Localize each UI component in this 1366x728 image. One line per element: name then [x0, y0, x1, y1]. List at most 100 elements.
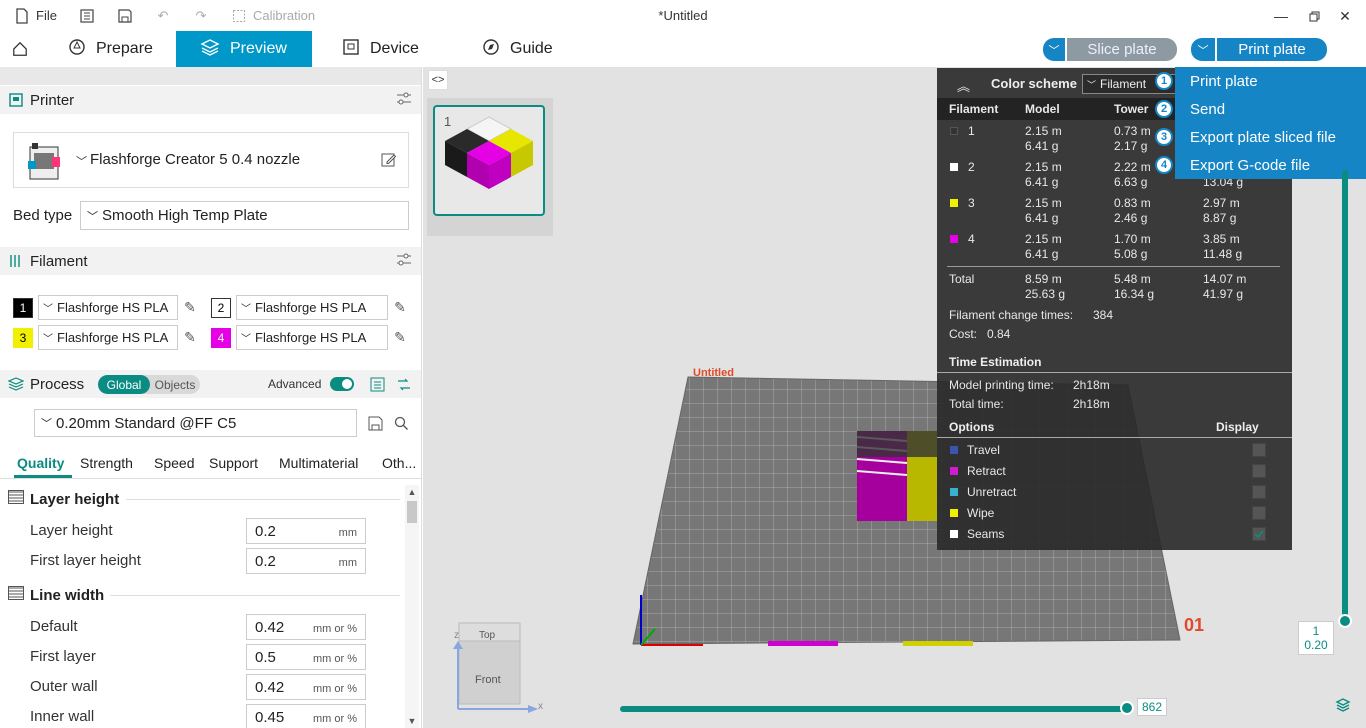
menu-badge-1: 1: [1155, 72, 1173, 90]
first-layer-height-input[interactable]: 0.2 mm: [246, 548, 366, 574]
line-width-group-title: Line width: [8, 586, 104, 604]
options-divider: [937, 437, 1292, 438]
time-divider: [937, 372, 1292, 373]
move-slider-track[interactable]: [620, 706, 1128, 712]
time-estimation-title: Time Estimation: [949, 355, 1042, 369]
collapse-sidebar-icon[interactable]: <>: [428, 70, 448, 90]
model-time-value: 2h18m: [1073, 378, 1110, 392]
global-objects-toggle[interactable]: Global Objects: [98, 375, 200, 394]
view-cube-top-label[interactable]: Top: [479, 630, 495, 641]
printer-settings-icon[interactable]: [396, 91, 412, 110]
tab-multimaterial[interactable]: Multimaterial: [279, 455, 358, 471]
list-icon[interactable]: [79, 8, 95, 24]
process-preset-select[interactable]: ﹀ 0.20mm Standard @FF C5: [34, 409, 357, 437]
menu-item-print-plate[interactable]: Print plate: [1190, 73, 1258, 90]
tab-speed[interactable]: Speed: [154, 455, 194, 471]
layers-icon[interactable]: [1334, 696, 1352, 714]
preset-search-icon[interactable]: [392, 414, 410, 432]
preset-save-icon[interactable]: [366, 414, 384, 432]
redo-icon[interactable]: ↷: [193, 8, 209, 24]
tab-preview[interactable]: Preview: [176, 31, 312, 67]
filament-slot-3-select[interactable]: ﹀ Flashforge HS PLA: [38, 325, 178, 350]
close-icon[interactable]: ✕: [1334, 5, 1356, 27]
options-title: Options: [949, 420, 995, 434]
seams-swatch: [950, 530, 958, 538]
filament-slot-4-select[interactable]: ﹀ Flashforge HS PLA: [236, 325, 388, 350]
bed-type-select[interactable]: ﹀ Smooth High Temp Plate: [80, 201, 409, 230]
inner-wall-line-width-input[interactable]: 0.45 mm or %: [246, 704, 366, 728]
layer-height-value: 0.2: [255, 522, 276, 540]
tab-quality[interactable]: Quality: [17, 455, 64, 471]
tab-guide[interactable]: Guide: [470, 31, 565, 67]
home-icon[interactable]: [0, 31, 40, 67]
filament-slot-2-select[interactable]: ﹀ Flashforge HS PLA: [236, 295, 388, 320]
first-layer-line-width-input[interactable]: 0.5 mm or %: [246, 644, 366, 670]
advanced-label: Advanced: [268, 377, 322, 391]
filament-slot-3-edit-icon[interactable]: ✎: [181, 328, 199, 346]
tab-others[interactable]: Oth...: [382, 455, 416, 471]
menu-item-export-gcode[interactable]: Export G-code file: [1190, 157, 1310, 174]
seams-display-checkbox[interactable]: [1252, 527, 1266, 541]
collapse-panel-icon[interactable]: ︽: [957, 76, 970, 95]
first-layer-line-width-value: 0.5: [255, 648, 276, 666]
objects-option[interactable]: Objects: [150, 375, 200, 394]
filament-settings-icon[interactable]: [396, 252, 412, 271]
scroll-down-icon[interactable]: ▼: [405, 714, 419, 728]
undo-icon[interactable]: ↶: [155, 8, 171, 24]
file-menu[interactable]: File: [14, 7, 57, 24]
filament-2-num: 2: [968, 160, 975, 174]
tab-device[interactable]: Device: [330, 31, 431, 67]
title-bar: File ↶ ↷ Calibration *Untitled — ✕: [0, 0, 1366, 31]
plate-id-label: 01: [1184, 615, 1205, 635]
option-travel-label: Travel: [967, 443, 1000, 457]
filament-slot-1-edit-icon[interactable]: ✎: [181, 298, 199, 316]
sync-icon[interactable]: [396, 377, 412, 396]
retract-display-checkbox[interactable]: [1252, 464, 1266, 478]
global-option[interactable]: Global: [98, 375, 150, 394]
save-icon[interactable]: [117, 8, 133, 24]
restore-icon[interactable]: [1303, 5, 1325, 27]
printer-edit-icon[interactable]: [380, 151, 398, 169]
filament-2-swatch: [950, 163, 958, 171]
chevron-down-icon: ﹀: [241, 334, 251, 345]
move-slider-handle[interactable]: [1120, 701, 1134, 715]
compare-icon[interactable]: [370, 377, 385, 396]
settings-scrollbar[interactable]: ▲ ▼: [405, 485, 419, 728]
change-times-label: Filament change times:: [949, 308, 1074, 322]
travel-display-checkbox[interactable]: [1252, 443, 1266, 457]
filament-slot-2-edit-icon[interactable]: ✎: [391, 298, 409, 316]
filament-slot-1-select[interactable]: ﹀ Flashforge HS PLA: [38, 295, 178, 320]
tab-guide-label: Guide: [510, 40, 553, 57]
menu-item-export-sliced[interactable]: Export plate sliced file: [1190, 129, 1336, 146]
filament-icon: [8, 253, 24, 269]
menu-item-send[interactable]: Send: [1190, 101, 1225, 118]
layer-slider-handle[interactable]: [1338, 614, 1352, 628]
layer-slider-track[interactable]: [1342, 170, 1348, 622]
scroll-thumb[interactable]: [407, 501, 417, 523]
group-divider: [110, 595, 400, 596]
minimize-icon[interactable]: —: [1270, 5, 1292, 27]
process-preset-value: 0.20mm Standard @FF C5: [56, 414, 237, 432]
wipe-display-checkbox[interactable]: [1252, 506, 1266, 520]
print-plate-button[interactable]: ﹀ Print plate: [1191, 38, 1327, 61]
default-line-width-input[interactable]: 0.42 mm or %: [246, 614, 366, 640]
tab-prepare[interactable]: Prepare: [56, 31, 165, 67]
filament-2-tower-len: 2.22 m: [1114, 160, 1151, 174]
filament-4-model-len: 2.15 m: [1025, 232, 1062, 246]
calibration-menu[interactable]: Calibration: [231, 8, 315, 24]
unretract-display-checkbox[interactable]: [1252, 485, 1266, 499]
view-cube-front-label[interactable]: Front: [475, 674, 501, 686]
slice-plate-button[interactable]: ﹀ Slice plate: [1043, 38, 1177, 61]
printer-selector[interactable]: ﹀ Flashforge Creator 5 0.4 nozzle: [13, 132, 409, 188]
tab-strength[interactable]: Strength: [80, 455, 133, 471]
outer-wall-line-width-input[interactable]: 0.42 mm or %: [246, 674, 366, 700]
slice-dropdown-icon[interactable]: ﹀: [1043, 38, 1065, 61]
print-dropdown-icon[interactable]: ﹀: [1191, 38, 1215, 61]
tab-support[interactable]: Support: [209, 455, 258, 471]
scroll-up-icon[interactable]: ▲: [405, 485, 419, 499]
file-icon: [14, 7, 30, 24]
advanced-toggle[interactable]: [330, 377, 354, 391]
layer-height-input[interactable]: 0.2 mm: [246, 518, 366, 544]
filament-slot-4-edit-icon[interactable]: ✎: [391, 328, 409, 346]
param-first-layer-height-label: First layer height: [30, 552, 141, 569]
